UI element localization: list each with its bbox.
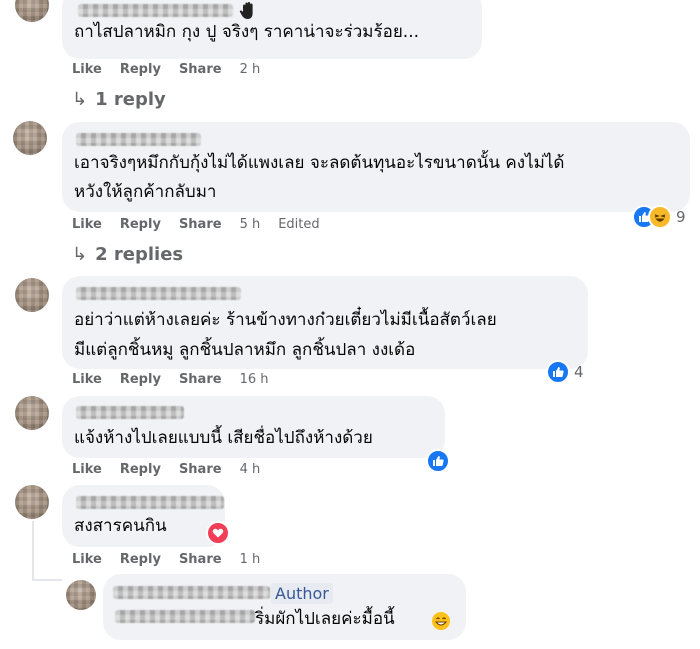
reaction-count: 9: [676, 208, 686, 226]
comment-bubble: ถาไสปลาหมิก กุง ปู จริงๆ ราคาน่าจะร่วมร้…: [62, 0, 482, 59]
reaction-summary[interactable]: 4: [546, 360, 584, 384]
reply-button[interactable]: Reply: [120, 552, 161, 567]
comment-text: อย่าว่าแต่ห้างเลยค่ะ ร้านข้างทางก๋วยเตี๋…: [74, 310, 497, 330]
comment-bubble: แจ้งห้างไปเลยแบบนี้ เสียชื่อไปถึงห้างด้ว…: [62, 396, 445, 458]
like-button[interactable]: Like: [72, 372, 102, 387]
commenter-name[interactable]: [76, 133, 201, 146]
comment-bubble: อย่าว่าแต่ห้างเลยค่ะ ร้านข้างทางก๋วยเตี๋…: [62, 276, 588, 369]
replies-label: 2 replies: [95, 244, 184, 265]
share-button[interactable]: Share: [179, 62, 222, 77]
comment-text: หวังให้ลูกค้ากลับมา: [74, 182, 217, 202]
commenter-name[interactable]: [76, 287, 241, 300]
reply-bubble: Author ริ่มผักไปเลยค่ะมื้อนี้: [103, 574, 466, 640]
author-badge: Author: [271, 583, 333, 604]
view-replies-link[interactable]: ↳ 2 replies: [72, 244, 183, 265]
avatar[interactable]: [15, 396, 49, 430]
reply-arrow-icon: ↳: [72, 89, 88, 110]
avatar[interactable]: [13, 121, 47, 155]
like-button[interactable]: Like: [72, 62, 102, 77]
thread-line: [32, 579, 62, 581]
comment-bubble: สงสารคนกิน: [62, 485, 225, 547]
reply-button[interactable]: Reply: [120, 217, 161, 232]
comment-text: มีแต่ลูกชิ้นหมู ลูกชิ้นปลาหมึก ลูกชิ้นปล…: [74, 340, 416, 360]
comment-actions: Like Reply Share 5 h Edited: [72, 217, 338, 232]
share-button[interactable]: Share: [179, 372, 222, 387]
commenter-name[interactable]: [76, 496, 224, 509]
comment-time[interactable]: 5 h: [240, 217, 261, 232]
like-button[interactable]: Like: [72, 462, 102, 477]
commenter-name[interactable]: [78, 4, 233, 17]
comment-text: สงสารคนกิน: [74, 516, 167, 536]
thread-line: [32, 521, 34, 581]
like-button[interactable]: Like: [72, 217, 102, 232]
reply-arrow-icon: ↳: [72, 244, 88, 265]
share-button[interactable]: Share: [179, 462, 222, 477]
reaction-summary[interactable]: 9: [632, 205, 686, 229]
comment-actions: Like Reply Share 1 h: [72, 552, 278, 567]
edited-label: Edited: [278, 217, 320, 232]
comment-time[interactable]: 1 h: [240, 552, 261, 567]
comment-time[interactable]: 16 h: [240, 372, 269, 387]
avatar[interactable]: [15, 485, 49, 519]
like-button[interactable]: Like: [72, 552, 102, 567]
comment-text: แจ้งห้างไปเลยแบบนี้ เสียชื่อไปถึงห้างด้ว…: [74, 428, 373, 448]
replies-label: 1 reply: [95, 89, 166, 110]
reaction-count: 4: [574, 363, 584, 381]
reaction-summary[interactable]: [206, 521, 230, 545]
share-button[interactable]: Share: [179, 217, 222, 232]
share-button[interactable]: Share: [179, 552, 222, 567]
blurred-text: [115, 610, 255, 623]
comment-time[interactable]: 4 h: [240, 462, 261, 477]
comment-actions: Like Reply Share 4 h: [72, 462, 278, 477]
avatar[interactable]: [66, 580, 96, 610]
reply-button[interactable]: Reply: [120, 462, 161, 477]
comment-bubble: เอาจริงๆหมึกกับกุ้งไม่ได้แพงเลย จะลดต้นท…: [62, 122, 690, 212]
comment-text: ถาไสปลาหมิก กุง ปู จริงๆ ราคาน่าจะร่วมร้…: [74, 22, 419, 42]
reaction-summary[interactable]: [426, 449, 450, 473]
comment-text: เอาจริงๆหมึกกับกุ้งไม่ได้แพงเลย จะลดต้นท…: [74, 153, 565, 173]
grinning-face-icon: [432, 612, 450, 630]
like-reaction-icon: [546, 360, 570, 384]
comment-text: ริ่มผักไปเลยค่ะมื้อนี้: [255, 609, 395, 629]
reply-button[interactable]: Reply: [120, 372, 161, 387]
avatar[interactable]: [15, 278, 49, 312]
commenter-name[interactable]: [76, 406, 184, 419]
comment-actions: Like Reply Share 2 h: [72, 62, 278, 77]
reply-button[interactable]: Reply: [120, 62, 161, 77]
view-replies-link[interactable]: ↳ 1 reply: [72, 89, 166, 110]
love-reaction-icon: [206, 521, 230, 545]
avatar[interactable]: [15, 0, 49, 22]
haha-reaction-icon: [648, 205, 672, 229]
like-reaction-icon: [426, 449, 450, 473]
commenter-name[interactable]: [113, 586, 270, 599]
comment-time[interactable]: 2 h: [240, 62, 261, 77]
comment-actions: Like Reply Share 16 h: [72, 372, 286, 387]
